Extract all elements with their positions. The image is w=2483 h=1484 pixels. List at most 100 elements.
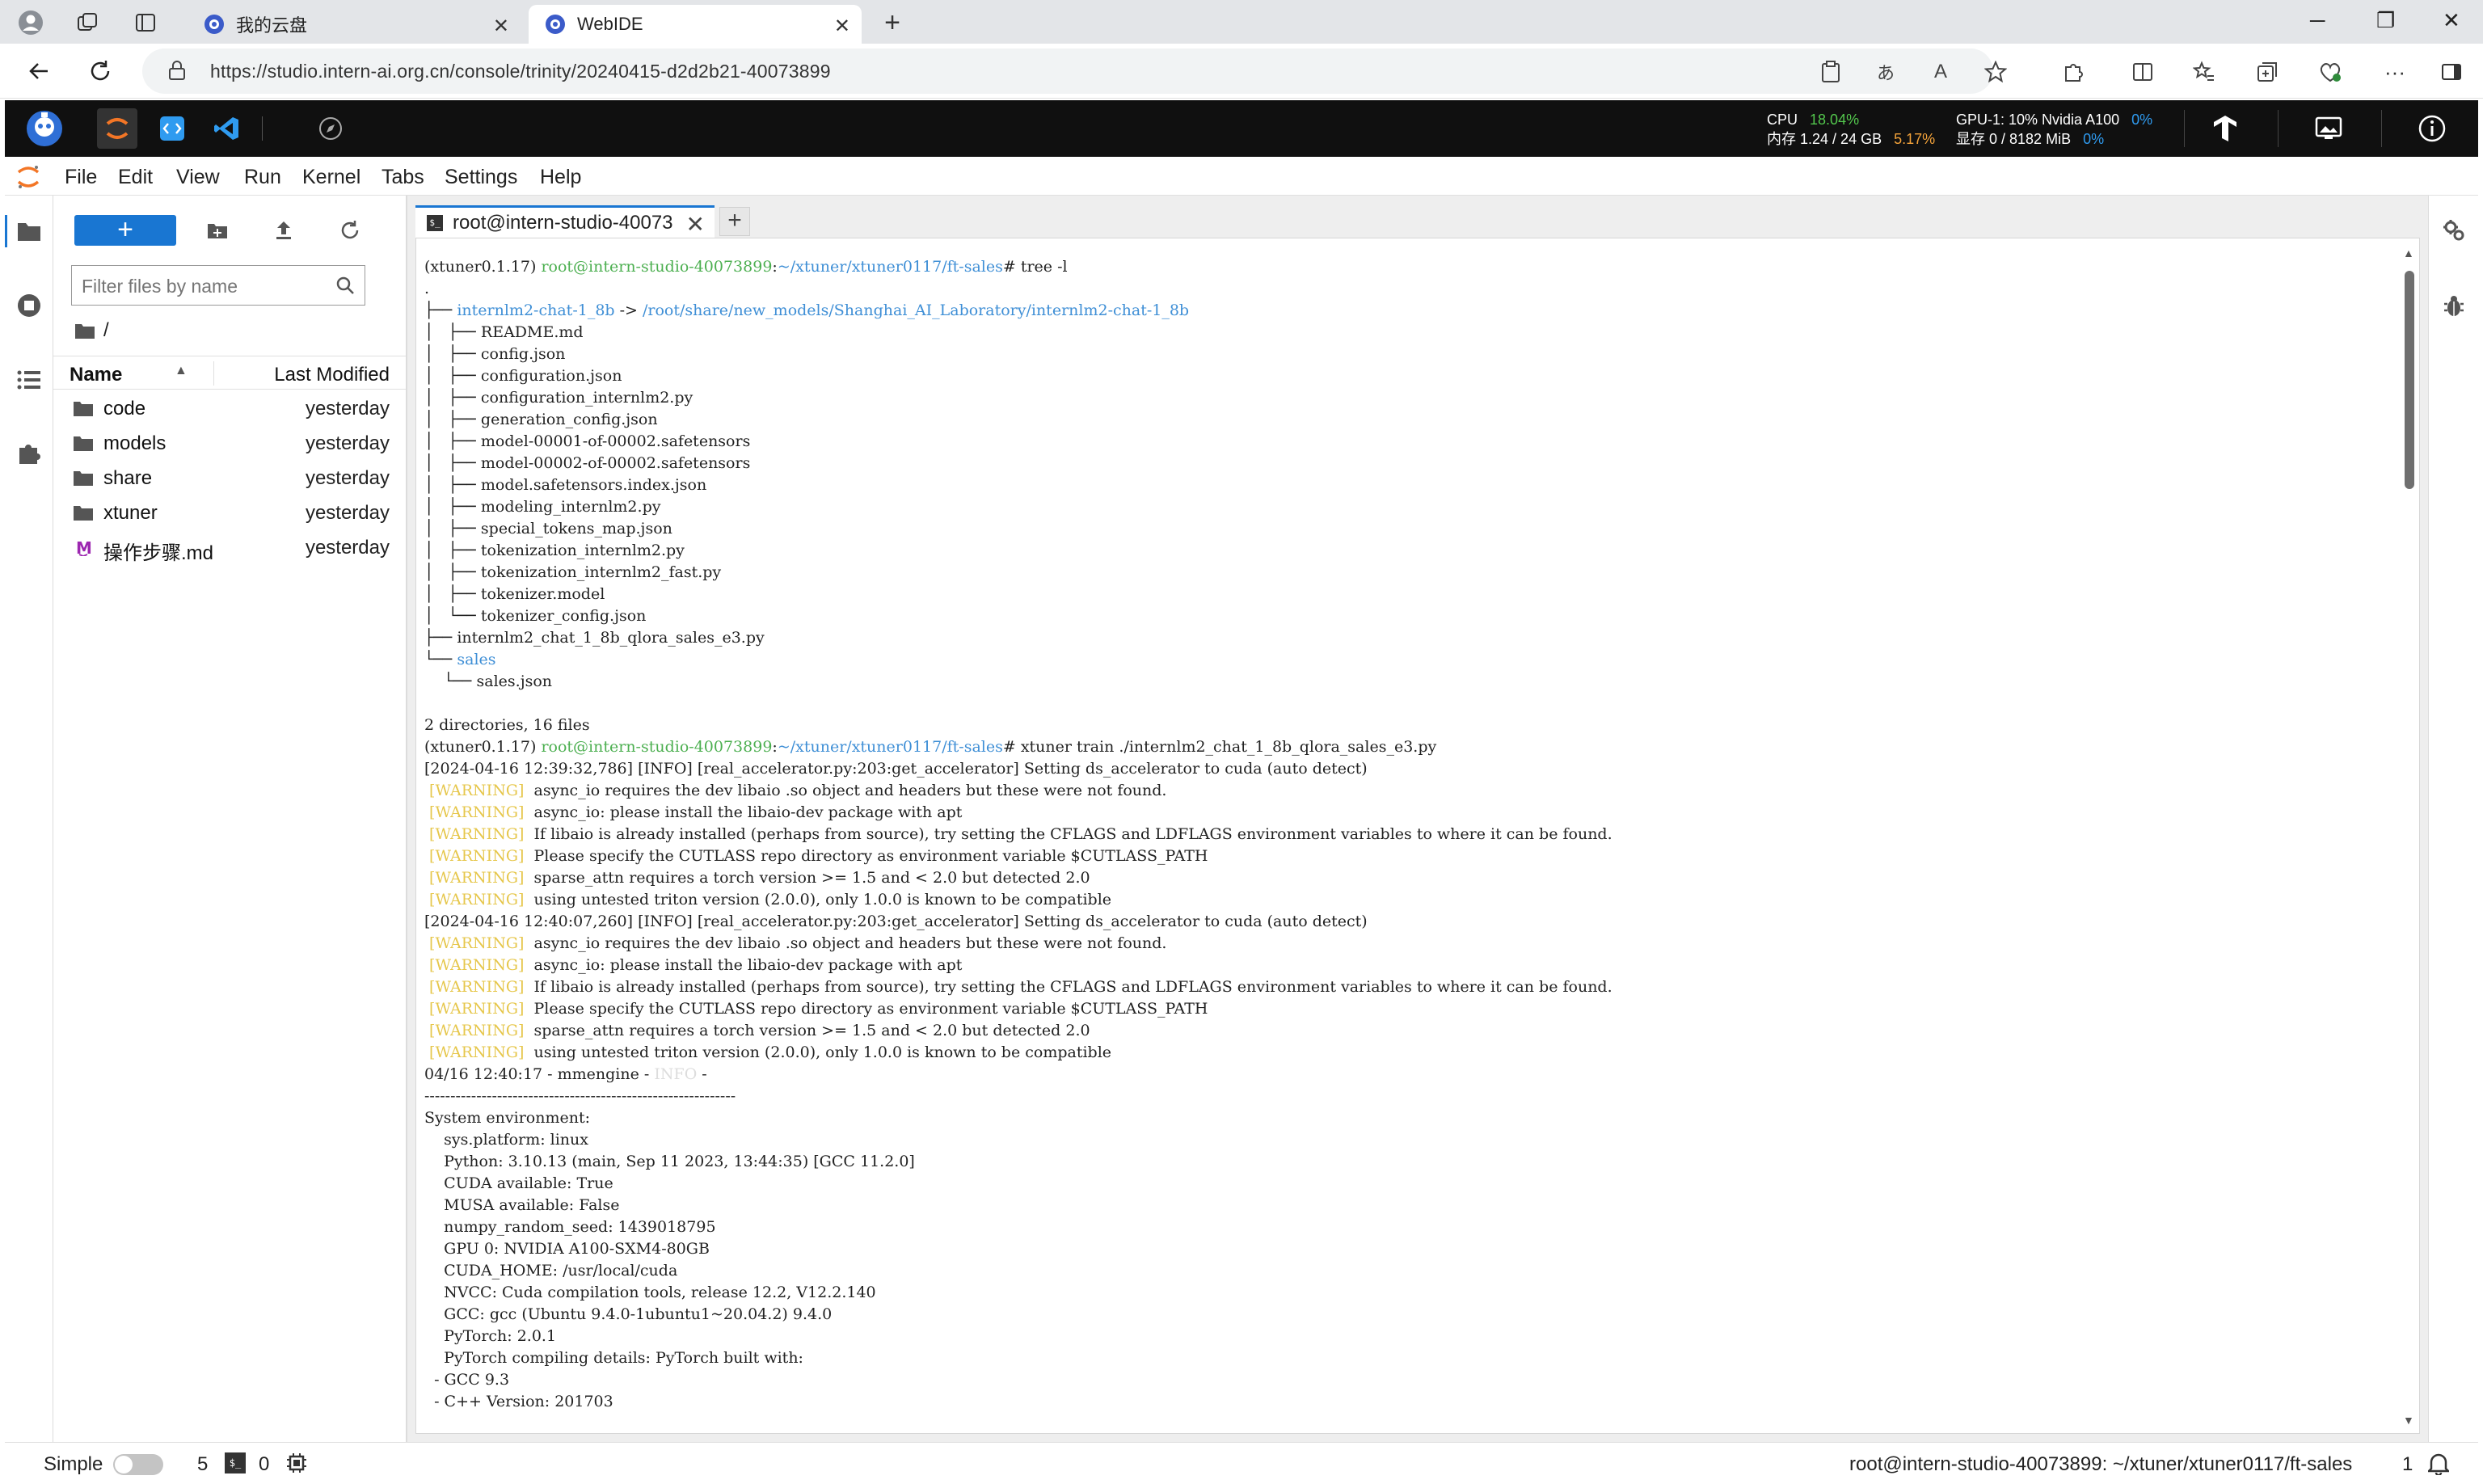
terminal-line: [WARNING] Please specify the CUTLASS rep… bbox=[424, 845, 2380, 867]
terminal-text: (xtuner0.1.17) bbox=[424, 738, 542, 756]
tensorflow-icon[interactable] bbox=[2205, 108, 2245, 149]
workspaces-icon[interactable] bbox=[71, 6, 103, 39]
sidebar-toggle-icon[interactable] bbox=[2438, 58, 2465, 86]
restore-icon[interactable]: ❐ bbox=[2376, 8, 2395, 33]
close-window-icon[interactable]: ✕ bbox=[2443, 8, 2460, 33]
menu-help[interactable]: Help bbox=[540, 166, 581, 189]
tab-terminal[interactable]: $_ root@intern-studio-40073 ✕ bbox=[415, 205, 715, 238]
table-of-contents-icon[interactable] bbox=[15, 365, 44, 394]
extension-manager-icon[interactable] bbox=[15, 438, 44, 467]
menu-view[interactable]: View bbox=[176, 166, 220, 189]
collections-icon[interactable] bbox=[2253, 58, 2281, 86]
terminal-line: [WARNING] using untested triton version … bbox=[424, 1042, 2380, 1064]
intern-studio-logo-icon[interactable] bbox=[24, 108, 65, 149]
profile-icon[interactable] bbox=[15, 6, 47, 39]
tab-actions-icon[interactable] bbox=[129, 6, 162, 39]
menu-file[interactable]: File bbox=[65, 166, 97, 189]
terminal-count[interactable]: 0 bbox=[259, 1453, 269, 1476]
more-options-icon[interactable]: ··· bbox=[2381, 58, 2409, 86]
browser-tab-webide[interactable]: WebIDE ✕ bbox=[529, 5, 862, 44]
jupyter-app-icon[interactable] bbox=[97, 108, 137, 149]
filter-files-box[interactable] bbox=[71, 265, 365, 306]
new-folder-icon[interactable] bbox=[204, 217, 231, 244]
kernel-count[interactable]: 5 bbox=[197, 1453, 208, 1476]
menu-run[interactable]: Run bbox=[244, 166, 281, 189]
terminal-icon[interactable]: $_ bbox=[225, 1452, 246, 1473]
vram-percent: 0% bbox=[2083, 131, 2105, 147]
terminal-text: GCC: gcc (Ubuntu 9.4.0-1ubuntu1~20.04.2)… bbox=[424, 1305, 833, 1323]
close-tab-icon[interactable]: ✕ bbox=[834, 15, 850, 38]
column-name[interactable]: Name bbox=[70, 364, 122, 386]
new-launcher-button[interactable]: + bbox=[74, 215, 176, 246]
back-icon[interactable] bbox=[24, 57, 53, 86]
bell-icon[interactable] bbox=[2426, 1452, 2451, 1481]
menu-tabs[interactable]: Tabs bbox=[382, 166, 424, 189]
browser-tab-cloud-drive[interactable]: 我的云盘 ✕ bbox=[188, 5, 521, 44]
upload-icon[interactable] bbox=[270, 217, 297, 244]
scroll-up-icon[interactable]: ▲ bbox=[2403, 247, 2414, 259]
terminal-line: CUDA available: True bbox=[424, 1173, 2380, 1195]
terminal-text: - GCC 9.3 bbox=[424, 1371, 510, 1389]
property-inspector-icon[interactable] bbox=[2440, 217, 2468, 244]
topbar-divider bbox=[262, 116, 263, 141]
running-sessions-icon[interactable] bbox=[15, 291, 44, 320]
favorite-star-icon[interactable] bbox=[1982, 58, 2009, 86]
read-aloud-icon[interactable]: A bbox=[1927, 58, 1954, 86]
breadcrumb[interactable]: / bbox=[74, 318, 109, 343]
add-tab-button[interactable]: + bbox=[719, 207, 750, 236]
terminal-line: ├── internlm2_chat_1_8b_qlora_sales_e3.p… bbox=[424, 627, 2380, 649]
file-row[interactable]: xtuner yesterday bbox=[53, 495, 406, 530]
filter-files-input[interactable] bbox=[82, 274, 324, 298]
file-row[interactable]: M 操作步骤.md yesterday bbox=[53, 530, 406, 565]
terminal-panel[interactable]: (xtuner0.1.17) root@intern-studio-400738… bbox=[415, 238, 2420, 1434]
clipboard-icon[interactable] bbox=[1817, 58, 1844, 86]
column-last-modified[interactable]: Last Modified bbox=[274, 364, 390, 386]
terminal-line: │ ├── config.json bbox=[424, 344, 2380, 365]
terminal-line: │ └── tokenizer_config.json bbox=[424, 605, 2380, 627]
kernel-chip-icon[interactable] bbox=[286, 1452, 307, 1479]
new-tab-button[interactable]: + bbox=[876, 6, 908, 39]
terminal-text: MUSA available: False bbox=[424, 1196, 620, 1214]
vscode-app-icon[interactable] bbox=[207, 108, 247, 149]
search-icon[interactable] bbox=[335, 276, 355, 299]
terminal-text: ----------------------------------------… bbox=[424, 1087, 736, 1105]
address-bar[interactable]: https://studio.intern-ai.org.cn/console/… bbox=[142, 48, 1993, 94]
scrollbar-thumb[interactable] bbox=[2405, 271, 2414, 489]
terminal-text: PyTorch: 2.0.1 bbox=[424, 1327, 557, 1345]
breadcrumb-root[interactable]: / bbox=[103, 319, 109, 342]
extensions-icon[interactable] bbox=[2059, 58, 2087, 86]
minimize-icon[interactable]: ─ bbox=[2310, 8, 2325, 33]
menu-kernel[interactable]: Kernel bbox=[302, 166, 360, 189]
debugger-bug-icon[interactable] bbox=[2440, 293, 2468, 320]
scroll-down-icon[interactable]: ▼ bbox=[2403, 1414, 2414, 1427]
terminal-scrollbar[interactable]: ▲ ▼ bbox=[2401, 247, 2416, 1427]
close-tab-icon[interactable]: ✕ bbox=[493, 15, 509, 38]
favorites-icon[interactable] bbox=[2190, 58, 2218, 86]
notification-count[interactable]: 1 bbox=[2402, 1453, 2413, 1476]
lock-icon[interactable] bbox=[168, 60, 186, 85]
menu-edit[interactable]: Edit bbox=[118, 166, 153, 189]
menu-settings[interactable]: Settings bbox=[445, 166, 517, 189]
webide-app-icon[interactable] bbox=[152, 108, 192, 149]
simple-mode-toggle[interactable] bbox=[113, 1454, 163, 1475]
split-screen-icon[interactable] bbox=[2129, 58, 2156, 86]
close-terminal-tab-icon[interactable]: ✕ bbox=[686, 211, 705, 238]
refresh-icon[interactable] bbox=[86, 57, 115, 86]
file-row[interactable]: code yesterday bbox=[53, 391, 406, 426]
info-icon[interactable] bbox=[2412, 108, 2452, 149]
refresh-files-icon[interactable] bbox=[336, 217, 364, 244]
translate-icon[interactable]: あ bbox=[1872, 58, 1899, 86]
browser-essentials-icon[interactable] bbox=[2316, 58, 2344, 86]
terminal-text: └── sales.json bbox=[424, 672, 553, 690]
compass-icon[interactable] bbox=[310, 108, 351, 149]
terminal-line: [WARNING] async_io: please install the l… bbox=[424, 802, 2380, 824]
sort-ascending-icon[interactable]: ▲ bbox=[175, 364, 188, 378]
folder-icon[interactable] bbox=[15, 217, 44, 246]
intern-favicon bbox=[546, 15, 565, 34]
terminal-line: [WARNING] If libaio is already installed… bbox=[424, 976, 2380, 998]
terminal-line: 2 directories, 16 files bbox=[424, 715, 2380, 736]
monitor-image-icon[interactable] bbox=[2308, 108, 2349, 149]
file-row[interactable]: models yesterday bbox=[53, 426, 406, 461]
file-row[interactable]: share yesterday bbox=[53, 461, 406, 495]
terminal-output[interactable]: (xtuner0.1.17) root@intern-studio-400738… bbox=[424, 256, 2380, 1413]
